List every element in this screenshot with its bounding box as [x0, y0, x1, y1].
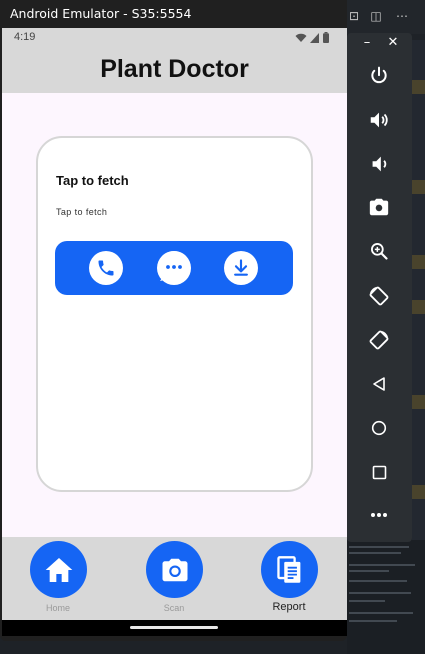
zoom-button[interactable] [364, 236, 394, 266]
content-area: Tap to fetch Tap to fetch [2, 93, 347, 537]
camera-icon [162, 558, 187, 581]
rotate-left-icon [369, 286, 389, 306]
back-icon [373, 377, 385, 391]
more-button[interactable] [364, 500, 394, 530]
volume-up-icon [370, 112, 388, 128]
nav-report-circle [261, 541, 318, 598]
nav-home-label: Home [45, 603, 70, 613]
more-icon [371, 513, 387, 517]
signal-icon [310, 32, 319, 43]
rotate-right-button[interactable] [364, 325, 394, 355]
emulator-title: Android Emulator - S35:5554 [10, 6, 192, 21]
fetch-card[interactable]: Tap to fetch Tap to fetch [36, 136, 313, 492]
status-time: 4:19 [14, 31, 36, 43]
power-button[interactable] [364, 61, 394, 91]
emulator-titlebar[interactable]: Android Emulator - S35:5554 [0, 0, 347, 28]
nav-report[interactable]: Report [249, 541, 329, 617]
nav-home[interactable]: Home [18, 541, 98, 617]
ide-code-area [347, 540, 425, 654]
status-icons [295, 32, 329, 43]
circle-home-icon [371, 420, 387, 436]
home-button[interactable] [364, 413, 394, 443]
nav-scan-circle [146, 541, 203, 598]
nav-scan-label: Scan [163, 603, 185, 613]
status-bar: 4:19 [2, 28, 347, 48]
screenshot-button[interactable] [364, 192, 394, 222]
card-subtitle: Tap to fetch [56, 207, 108, 217]
gesture-bar [2, 620, 347, 636]
bottom-nav: Home Scan Report [2, 537, 347, 620]
volume-up-button[interactable] [364, 105, 394, 135]
ide-more-icon[interactable]: ⋯ [395, 9, 409, 23]
action-bar [55, 241, 293, 295]
home-icon [45, 557, 72, 582]
download-button[interactable] [224, 251, 258, 285]
ide-gutter-mark [412, 485, 425, 499]
download-icon [234, 259, 248, 276]
minimize-button[interactable]: – [359, 35, 375, 51]
square-overview-icon [372, 465, 386, 479]
rotate-left-button[interactable] [364, 281, 394, 311]
phone-icon [98, 260, 114, 276]
ide-gutter-mark [412, 180, 425, 194]
app-bar: Plant Doctor [2, 48, 347, 93]
emulator-window: Android Emulator - S35:5554 4:19 Plant D… [0, 0, 347, 641]
volume-down-icon [372, 156, 387, 172]
wifi-icon [295, 33, 307, 42]
ide-split-icon[interactable]: ◫ [369, 9, 383, 23]
back-button[interactable] [364, 369, 394, 399]
nav-scan[interactable]: Scan [134, 541, 214, 617]
camera-icon [369, 198, 389, 216]
ide-gutter-mark [412, 255, 425, 269]
zoom-in-icon [371, 243, 388, 260]
overview-button[interactable] [364, 457, 394, 487]
power-icon [371, 66, 387, 84]
nav-report-label: Report [272, 601, 306, 613]
rotate-right-icon [369, 330, 389, 350]
battery-icon [323, 32, 329, 43]
message-button[interactable] [157, 251, 191, 285]
report-icon [276, 555, 300, 583]
gesture-handle[interactable] [130, 626, 218, 629]
message-icon [158, 251, 190, 283]
emulator-side-toolbar: – ✕ [347, 33, 412, 542]
card-title: Tap to fetch [56, 173, 129, 188]
app-title: Plant Doctor [100, 55, 249, 83]
ide-top-toolbar: ⊡ ◫ ⋯ [347, 0, 425, 34]
call-button[interactable] [89, 251, 123, 285]
ide-gutter-mark [412, 300, 425, 314]
phone-screen: 4:19 Plant Doctor Tap to fetch Tap to fe… [2, 28, 347, 636]
ide-editor-strip [412, 40, 425, 540]
ide-gutter-mark [412, 80, 425, 94]
close-button[interactable]: ✕ [385, 35, 401, 51]
volume-down-button[interactable] [364, 149, 394, 179]
ide-gutter-mark [412, 395, 425, 409]
nav-home-circle [30, 541, 87, 598]
ide-file-icon[interactable]: ⊡ [347, 9, 361, 23]
